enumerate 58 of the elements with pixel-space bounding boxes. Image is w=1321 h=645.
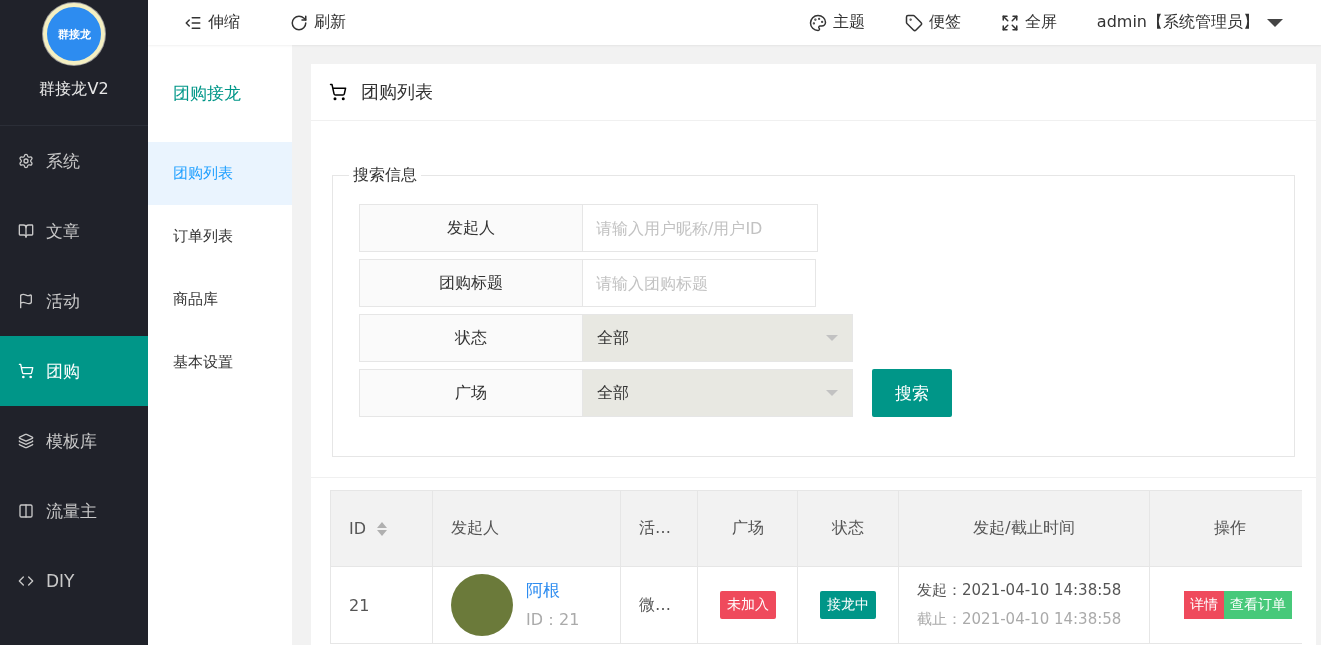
sidebar-item[interactable]: 系统 bbox=[0, 126, 148, 196]
column-header: 发起人 bbox=[433, 491, 621, 567]
toolbar-button[interactable]: 主题 bbox=[808, 12, 865, 33]
user-name-link[interactable]: 阿根 bbox=[526, 579, 580, 602]
logo: 群接龙 bbox=[43, 3, 105, 65]
sidebar-item[interactable]: DIY bbox=[0, 546, 148, 616]
subnav-title: 团购接龙 bbox=[172, 82, 242, 105]
sidebar-item[interactable]: 模板库 bbox=[0, 406, 148, 476]
toolbar-button[interactable]: 刷新 bbox=[290, 12, 346, 33]
field-label: 发起人 bbox=[359, 204, 583, 252]
field-label: 团购标题 bbox=[359, 259, 583, 307]
code-icon bbox=[18, 573, 34, 589]
toolbar-button[interactable]: 伸缩 bbox=[184, 12, 240, 33]
field-label: 广场 bbox=[359, 369, 583, 417]
toolbar-button[interactable]: 便签 bbox=[904, 12, 961, 33]
refresh-icon bbox=[290, 13, 308, 32]
start-time: 发起：2021-04-10 14:38:58 bbox=[917, 581, 1122, 600]
column-header: ID bbox=[331, 491, 433, 567]
column-header: 广场 bbox=[698, 491, 798, 567]
sidebar-item[interactable]: 团购 bbox=[0, 336, 148, 406]
input-field[interactable]: 请输入团购标题 bbox=[583, 259, 816, 307]
column-header: 操作 bbox=[1150, 491, 1302, 567]
columns-icon bbox=[18, 503, 34, 519]
column-header: 活… bbox=[621, 491, 698, 567]
settings-icon bbox=[18, 153, 34, 169]
layers-icon bbox=[18, 433, 34, 449]
book-icon bbox=[18, 223, 34, 239]
input-field[interactable]: 请输入用户昵称/用户ID bbox=[583, 204, 818, 252]
flag-icon bbox=[18, 293, 34, 309]
field-label: 状态 bbox=[359, 314, 583, 362]
column-header: 状态 bbox=[798, 491, 899, 567]
select-field[interactable]: 全部 bbox=[583, 314, 853, 362]
tag-icon bbox=[904, 13, 923, 32]
select-field[interactable]: 全部 bbox=[583, 369, 853, 417]
caret-icon bbox=[826, 335, 838, 341]
table-cell: 21 bbox=[331, 567, 433, 643]
table-cell: 微… bbox=[621, 567, 698, 643]
page-title: 团购列表 bbox=[361, 80, 433, 104]
app-name: 群接龙V2 bbox=[39, 79, 109, 100]
column-header: 发起/截止时间 bbox=[899, 491, 1150, 567]
user-menu[interactable]: admin【系统管理员】 bbox=[1096, 12, 1283, 33]
end-time: 截止：2021-04-10 14:38:58 bbox=[917, 610, 1122, 629]
cart-icon bbox=[329, 83, 347, 101]
cart-icon bbox=[18, 363, 34, 379]
search-legend: 搜索信息 bbox=[349, 165, 421, 186]
sidebar-item[interactable]: 文章 bbox=[0, 196, 148, 266]
sidebar-item[interactable]: 活动 bbox=[0, 266, 148, 336]
palette-icon bbox=[808, 13, 827, 32]
caret-icon bbox=[1267, 18, 1283, 27]
user-id: ID：21 bbox=[526, 610, 580, 631]
search-button[interactable]: 搜索 bbox=[872, 369, 952, 417]
toolbar-button[interactable]: 全屏 bbox=[1000, 12, 1057, 33]
caret-icon bbox=[826, 390, 838, 396]
fullscreen-icon bbox=[1000, 13, 1019, 32]
sidebar-item[interactable]: 流量主 bbox=[0, 476, 148, 546]
status-badge: 接龙中 bbox=[820, 591, 876, 619]
action-button[interactable]: 详情 bbox=[1184, 591, 1224, 619]
plaza-badge: 未加入 bbox=[719, 591, 776, 619]
